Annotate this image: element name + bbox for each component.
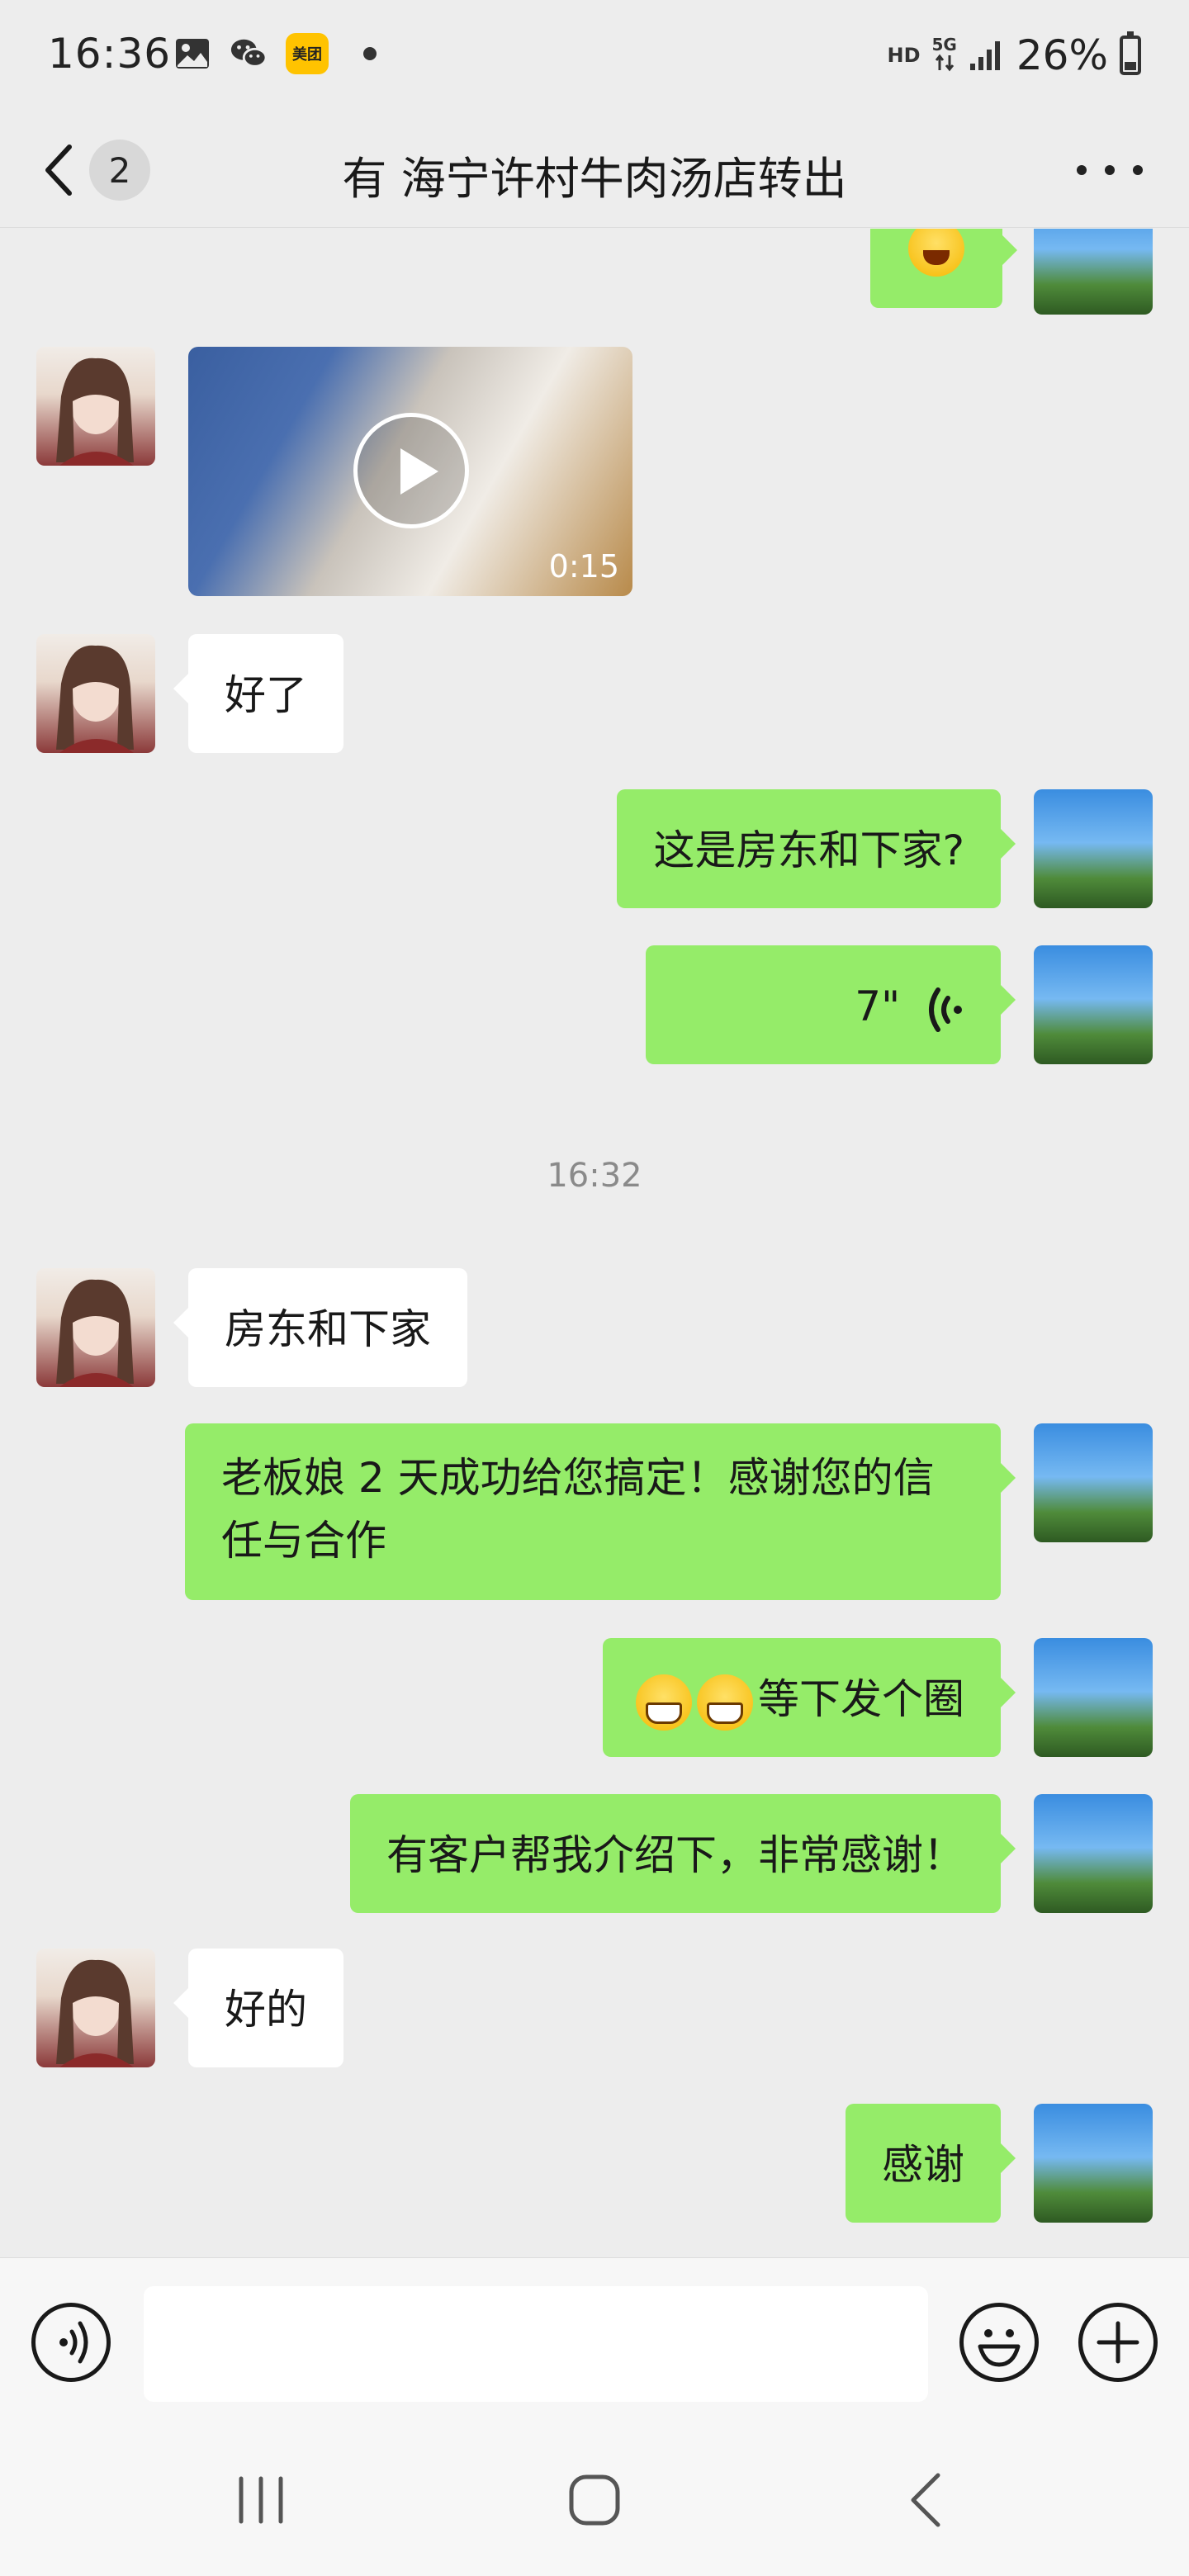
message-bubble[interactable]: 这是房东和下家? bbox=[617, 789, 1016, 908]
message-bubble-emoji[interactable] bbox=[870, 229, 1017, 308]
more-dot-icon bbox=[1077, 165, 1087, 175]
data-arrows-icon bbox=[935, 54, 954, 72]
more-functions-button[interactable] bbox=[1078, 2303, 1158, 2382]
my-avatar[interactable] bbox=[1034, 945, 1153, 1064]
video-message[interactable]: 0:15 bbox=[188, 347, 632, 596]
message-text: 等下发个圈 bbox=[758, 1675, 964, 1723]
emoji-button[interactable] bbox=[959, 2303, 1039, 2382]
home-icon bbox=[569, 2474, 620, 2526]
contact-avatar[interactable] bbox=[36, 1949, 155, 2067]
message-bubble[interactable]: 好的 bbox=[173, 1949, 343, 2067]
recent-apps-button[interactable] bbox=[228, 2467, 294, 2533]
play-icon[interactable] bbox=[353, 413, 469, 528]
notification-icons: 美团 bbox=[173, 33, 377, 74]
status-indicators: HD 5G 26% bbox=[887, 31, 1141, 79]
meituan-icon: 美团 bbox=[286, 33, 329, 74]
timestamp-separator: 16:32 bbox=[547, 1157, 642, 1195]
message-input[interactable] bbox=[144, 2286, 928, 2402]
emoji-icon bbox=[978, 2329, 1021, 2367]
status-bar: 16:36 美团 HD 5G 26% bbox=[0, 0, 1189, 112]
voice-duration: 7" bbox=[855, 983, 901, 1030]
message-bubble[interactable]: 有客户帮我介绍下，非常感谢！ bbox=[350, 1794, 1016, 1913]
unread-count-badge: 2 bbox=[89, 140, 150, 201]
status-time: 16:36 bbox=[48, 30, 172, 78]
wechat-icon bbox=[230, 35, 268, 73]
signal-icon bbox=[969, 41, 1000, 70]
voice-input-button[interactable] bbox=[31, 2303, 111, 2382]
message-bubble[interactable]: 等下发个圈 bbox=[603, 1638, 1016, 1757]
network-5g-indicator: 5G bbox=[932, 36, 957, 75]
grin-emoji-icon bbox=[636, 1674, 692, 1731]
chat-title: 有 海宁许村牛肉汤店转出 bbox=[342, 153, 847, 205]
video-duration: 0:15 bbox=[548, 548, 619, 585]
network-5g-label: 5G bbox=[931, 35, 957, 54]
recent-apps-icon bbox=[239, 2476, 283, 2524]
more-notifications-dot-icon bbox=[363, 47, 377, 60]
chat-header: 2 有 海宁许村牛肉汤店转出 bbox=[0, 112, 1189, 228]
hd-indicator: HD bbox=[887, 44, 921, 67]
system-back-button[interactable] bbox=[895, 2467, 961, 2533]
chevron-left-icon bbox=[45, 144, 72, 196]
voice-wave-icon bbox=[929, 987, 962, 1032]
my-avatar[interactable] bbox=[1034, 229, 1153, 315]
voice-icon bbox=[59, 2321, 88, 2364]
voice-message[interactable]: 7" bbox=[646, 945, 1016, 1064]
contact-avatar[interactable] bbox=[36, 1268, 155, 1387]
my-avatar[interactable] bbox=[1034, 1794, 1153, 1913]
more-dot-icon bbox=[1105, 165, 1115, 175]
battery-icon bbox=[1120, 31, 1141, 75]
contact-avatar[interactable] bbox=[36, 347, 155, 466]
home-button[interactable] bbox=[561, 2467, 628, 2533]
message-bubble[interactable]: 房东和下家 bbox=[173, 1268, 467, 1387]
message-bubble[interactable]: 感谢 bbox=[846, 2104, 1016, 2223]
grin-emoji-icon bbox=[697, 1674, 753, 1731]
my-avatar[interactable] bbox=[1034, 789, 1153, 908]
contact-avatar[interactable] bbox=[36, 634, 155, 753]
message-bubble[interactable]: 好了 bbox=[173, 634, 343, 753]
my-avatar[interactable] bbox=[1034, 2104, 1153, 2223]
plus-icon bbox=[1097, 2321, 1139, 2364]
chat-message-list[interactable]: 0:15 好了 这是房东和下家? 7" 16:32 房东和下家 老板娘 2 天成… bbox=[0, 229, 1189, 2256]
system-navigation-bar bbox=[0, 2426, 1189, 2576]
back-button[interactable]: 2 bbox=[41, 134, 150, 206]
my-avatar[interactable] bbox=[1034, 1423, 1153, 1542]
my-avatar[interactable] bbox=[1034, 1638, 1153, 1757]
message-bubble[interactable]: 老板娘 2 天成功给您搞定！感谢您的信任与合作 bbox=[185, 1423, 1016, 1600]
laugh-cry-emoji-icon bbox=[908, 229, 964, 277]
gallery-icon bbox=[173, 35, 211, 73]
input-bar bbox=[0, 2257, 1189, 2426]
back-icon bbox=[911, 2473, 940, 2527]
more-dot-icon bbox=[1133, 165, 1143, 175]
battery-percentage: 26% bbox=[1016, 31, 1108, 79]
more-options-button[interactable] bbox=[1077, 145, 1143, 195]
